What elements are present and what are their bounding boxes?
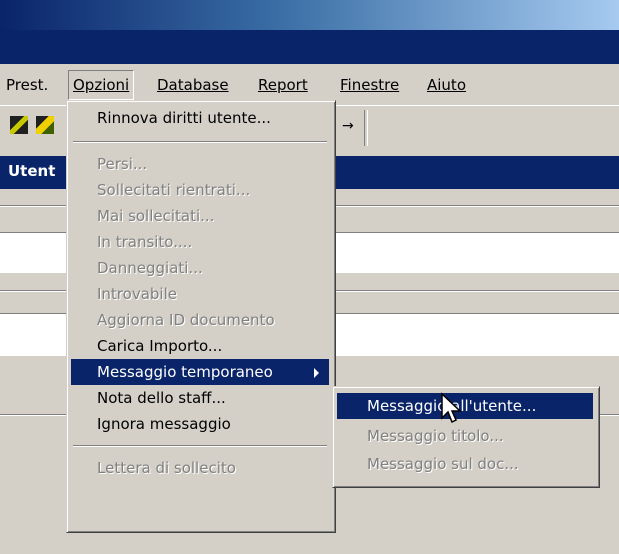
menu-item-carica-importo[interactable]: Carica Importo... [71,333,331,359]
menu-item-ignora-messaggio[interactable]: Ignora messaggio [71,411,331,437]
menu-separator [73,445,327,447]
menu-separator [73,141,327,143]
title-bar-lower [0,30,619,64]
submenu-arrow-icon [314,368,319,378]
menu-item-danneggiati[interactable]: Danneggiati... [71,255,331,281]
toolbar-separator [364,110,368,146]
menu-prest[interactable]: Prest. [2,74,52,96]
menu-opzioni[interactable]: Opzioni [68,70,135,100]
toolbar-book-icon[interactable] [10,116,28,134]
messaggio-submenu: Messaggio all'utente... Messaggio titolo… [332,386,600,488]
menu-bar: Prest. Opzioni Database Report Finestre … [0,64,619,104]
menu-item-persi[interactable]: Persi... [71,151,331,177]
menu-aiuto[interactable]: Aiuto [423,74,470,96]
menu-item-mai-sollecitati[interactable]: Mai sollecitati... [71,203,331,229]
submenu-item-messaggio-doc[interactable]: Messaggio sul doc... [337,451,593,477]
opzioni-menu: Rinnova diritti utente... Persi... Solle… [66,100,336,533]
menu-database[interactable]: Database [153,74,233,96]
user-panel-label: Utent [8,162,56,180]
menu-item-in-transito[interactable]: In transito.... [71,229,331,255]
submenu-item-messaggio-titolo[interactable]: Messaggio titolo... [337,423,593,449]
menu-item-sollecitati-rientrati[interactable]: Sollecitati rientrati... [71,177,331,203]
menu-item-introvabile[interactable]: Introvabile [71,281,331,307]
mouse-cursor-icon [441,392,462,424]
menu-item-messaggio-temporaneo[interactable]: Messaggio temporaneo [71,359,329,385]
menu-item-rinnova-diritti[interactable]: Rinnova diritti utente... [71,105,331,131]
toolbar-user-icon[interactable] [36,116,54,134]
menu-item-lettera-sollecito[interactable]: Lettera di sollecito [71,455,331,481]
menu-item-aggiorna-id[interactable]: Aggiorna ID documento [71,307,331,333]
menu-report[interactable]: Report [254,74,312,96]
toolbar-arrow-icon[interactable]: → [342,118,354,134]
menu-item-nota-staff[interactable]: Nota dello staff... [71,385,331,411]
menu-finestre[interactable]: Finestre [336,74,403,96]
menu-item-label: Messaggio temporaneo [97,363,273,381]
